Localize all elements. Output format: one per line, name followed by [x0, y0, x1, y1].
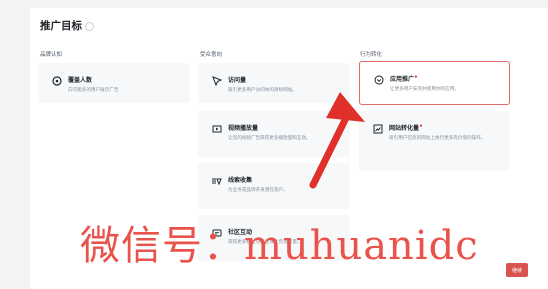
new-badge: • [414, 74, 418, 81]
new-badge: • [419, 123, 423, 130]
continue-button[interactable]: 继续 [506, 263, 528, 277]
card-title-text: 应用推广 [390, 76, 415, 83]
help-icon[interactable] [85, 21, 94, 31]
lead-icon [212, 178, 222, 186]
page-title-text: 推广目标 [40, 20, 82, 32]
category-brand: 品牌认知 [40, 52, 63, 58]
card-desc: 吸引更多用户访问你的目标网站。 [228, 88, 297, 93]
card-lead-generation[interactable]: 线索收集 为业务或品牌开发潜在客户。 [198, 163, 350, 209]
card-desc: 为业务或品牌开发潜在客户。 [228, 188, 288, 193]
card-title: 应用推广• [390, 74, 418, 83]
category-consider: 受众意向 [200, 52, 223, 58]
card-reach[interactable]: 覆盖人数 向可能多的用户展示广告 [38, 63, 190, 103]
card-title: 视频播放量 [228, 125, 259, 132]
card-title: 网站转化量• [389, 123, 423, 132]
card-title: 访问量 [228, 77, 247, 84]
card-title: 覆盖人数 [68, 77, 93, 84]
card-title-text: 网站转化量 [389, 125, 420, 132]
chart-icon [373, 124, 383, 134]
card-desc: 吸引用户在您的网站上执行更多有价值的操作。 [389, 136, 486, 141]
page-title: 推广目标 [40, 18, 94, 33]
reach-icon [52, 76, 62, 86]
card-desc: 向可能多的用户展示广告 [68, 88, 119, 93]
cursor-icon [212, 76, 222, 86]
card-desc: 让您的视频广告获得更多播放量和互动。 [228, 136, 311, 141]
video-icon [212, 125, 222, 133]
card-title: 线索收集 [228, 177, 253, 184]
card-video-views[interactable]: 视频播放量 让您的视频广告获得更多播放量和互动。 [198, 111, 350, 157]
watermark-text: 微信号：muhuanidc [80, 223, 479, 269]
category-action: 行为转化 [360, 52, 383, 58]
app-icon [374, 75, 384, 85]
card-app-promotion[interactable]: 应用推广• 让更多用户安装并使用你的应用。 [359, 61, 510, 105]
card-traffic[interactable]: 访问量 吸引更多用户访问你的目标网站。 [198, 63, 350, 103]
card-web-conversion[interactable]: 网站转化量• 吸引用户在您的网站上执行更多有价值的操作。 [359, 111, 510, 171]
card-desc: 让更多用户安装并使用你的应用。 [390, 87, 459, 92]
